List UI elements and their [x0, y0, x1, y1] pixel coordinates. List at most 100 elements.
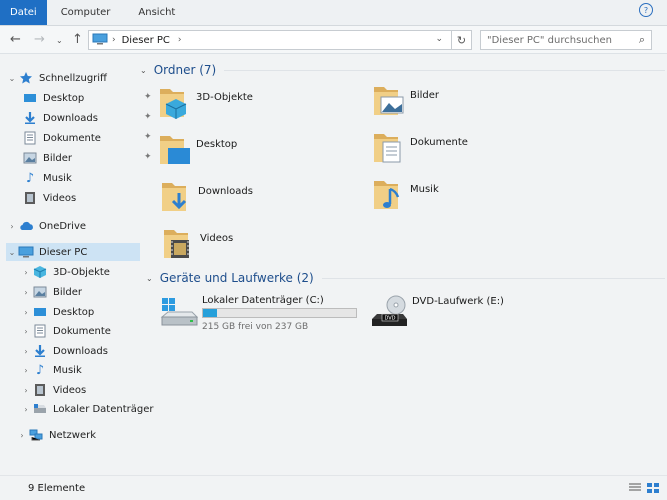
navigation-pane: ⌄ Schnellzugriff Desktop ✦ Downloads ✦ D… [0, 55, 154, 475]
expand-chevron-icon[interactable]: ⌄ [6, 74, 18, 83]
desktop-icon [160, 136, 190, 164]
tiles-view-icon[interactable] [647, 483, 659, 493]
breadcrumb-chevron-icon[interactable]: › [112, 35, 116, 45]
music-icon: ♪ [25, 170, 35, 186]
tab-computer[interactable]: Computer [47, 0, 125, 25]
expand-chevron-icon[interactable]: › [16, 431, 28, 440]
address-bar[interactable]: › Dieser PC › ⌄ ↻ [88, 30, 472, 50]
folder-dokumente[interactable]: Dokumente [372, 130, 572, 172]
folder-label: Dokumente [410, 137, 468, 148]
sidebar-item-label: Downloads [53, 345, 108, 357]
sidebar-item-label: Videos [43, 192, 77, 204]
downloads-icon [32, 344, 48, 358]
music-icon [374, 181, 400, 209]
folder-downloads[interactable]: Downloads [160, 179, 360, 221]
sidebar-item-label: Musik [53, 364, 82, 376]
help-icon[interactable]: ? [639, 3, 653, 17]
sidebar-item-3d-objekte[interactable]: › 3D-Objekte [20, 263, 110, 281]
drive-icon [32, 402, 48, 416]
desktop-icon [22, 91, 38, 105]
folder-bilder[interactable]: Bilder [372, 83, 572, 125]
folder-musik[interactable]: Musik [372, 177, 572, 219]
sidebar-item-pc-bilder[interactable]: › Bilder [20, 283, 82, 301]
sidebar-item-pc-downloads[interactable]: › Downloads [20, 342, 108, 360]
sidebar-item-bilder[interactable]: Bilder ✦ [22, 149, 152, 167]
sidebar-item-label: Dokumente [53, 325, 111, 337]
sidebar-item-label: Desktop [43, 92, 85, 104]
sidebar-item-lokaler-datentraeger[interactable]: › Lokaler Datenträger [20, 400, 153, 418]
sidebar-item-label: Downloads [43, 112, 98, 124]
sidebar-item-pc-videos[interactable]: › Videos [20, 381, 86, 399]
sidebar-item-dokumente[interactable]: Dokumente ✦ [22, 129, 152, 147]
folder-3d-objekte[interactable]: 3D-Objekte [158, 85, 358, 127]
ribbon-tabs: Datei Computer Ansicht ? [0, 0, 667, 26]
drive-c[interactable]: Lokaler Datenträger (C:) 215 GB frei von… [160, 295, 380, 335]
expand-chevron-icon[interactable]: › [20, 366, 32, 375]
drive-name: DVD-Laufwerk (E:) [412, 296, 504, 307]
expand-chevron-icon[interactable]: › [20, 288, 32, 297]
downloads-icon [162, 183, 187, 211]
breadcrumb-chevron-icon[interactable]: › [178, 35, 182, 45]
sidebar-item-netzwerk[interactable]: › Netzwerk [16, 426, 96, 444]
expand-chevron-icon[interactable]: › [20, 268, 32, 277]
sidebar-item-pc-desktop[interactable]: › Desktop [20, 303, 94, 321]
sidebar-item-pc-dokumente[interactable]: › Dokumente [20, 322, 111, 340]
section-title: Ordner (7) [153, 63, 217, 77]
drive-usage-bar [202, 308, 357, 318]
section-header-ordner[interactable]: ⌄ Ordner (7) [140, 63, 665, 77]
expand-chevron-icon[interactable]: › [20, 405, 32, 414]
sidebar-item-schnellzugriff[interactable]: ⌄ Schnellzugriff [6, 69, 107, 87]
expand-chevron-icon[interactable]: › [20, 347, 32, 356]
drive-e[interactable]: DVD DVD-Laufwerk (E:) [370, 295, 570, 335]
videos-icon [32, 383, 48, 397]
forward-arrow-icon[interactable]: → [34, 32, 45, 47]
expand-chevron-icon[interactable]: › [20, 386, 32, 395]
sidebar-item-desktop[interactable]: Desktop ✦ [22, 89, 152, 107]
network-icon [28, 428, 44, 442]
drive-usage-fill [203, 309, 218, 317]
sidebar-item-label: Dieser PC [39, 246, 88, 258]
expand-chevron-icon[interactable]: ⌄ [6, 248, 18, 257]
section-header-geraete[interactable]: ⌄ Geräte und Laufwerke (2) [146, 271, 665, 285]
pictures-icon [32, 285, 48, 299]
address-dropdown-icon[interactable]: ⌄ [435, 34, 443, 44]
collapse-chevron-icon[interactable]: ⌄ [140, 66, 147, 75]
documents-icon [32, 324, 48, 338]
folder-label: Desktop [196, 139, 238, 150]
folder-desktop[interactable]: Desktop [158, 132, 358, 174]
sidebar-item-downloads[interactable]: Downloads ✦ [22, 109, 152, 127]
sidebar-item-label: Videos [53, 384, 87, 396]
tab-datei[interactable]: Datei [0, 0, 47, 25]
refresh-icon[interactable]: ↻ [451, 30, 471, 50]
expand-chevron-icon[interactable]: › [20, 308, 32, 317]
collapse-chevron-icon[interactable]: ⌄ [146, 274, 153, 283]
folder-label: Musik [410, 184, 439, 195]
item-count: 9 Elemente [28, 482, 86, 494]
expand-chevron-icon[interactable]: › [6, 222, 18, 231]
section-divider [224, 69, 665, 71]
sidebar-item-videos[interactable]: Videos [22, 189, 76, 207]
computer-icon [92, 33, 108, 48]
recent-dropdown-icon[interactable]: ⌄ [56, 36, 63, 45]
details-view-icon[interactable] [629, 483, 641, 493]
sidebar-item-onedrive[interactable]: › OneDrive [6, 217, 86, 235]
drive-free-space: 215 GB frei von 237 GB [202, 322, 309, 332]
breadcrumb-dieser-pc[interactable]: Dieser PC [122, 35, 170, 46]
sidebar-item-musik[interactable]: ♪ Musik [22, 169, 72, 187]
pictures-icon [22, 151, 38, 165]
svg-text:DVD: DVD [384, 316, 395, 322]
search-input[interactable]: "Dieser PC" durchsuchen ⌕ [480, 30, 652, 50]
expand-chevron-icon[interactable]: › [20, 327, 32, 336]
documents-icon [374, 134, 401, 163]
up-arrow-icon[interactable]: ↑ [72, 32, 83, 47]
search-placeholder: "Dieser PC" durchsuchen [487, 34, 612, 46]
star-icon [18, 71, 34, 85]
sidebar-item-pc-musik[interactable]: › ♪ Musik [20, 361, 82, 379]
tab-ansicht[interactable]: Ansicht [124, 0, 189, 25]
back-arrow-icon[interactable]: ← [10, 32, 21, 47]
folder-videos[interactable]: Videos [162, 226, 362, 268]
3d-objects-icon [160, 89, 187, 119]
desktop-icon [32, 305, 48, 319]
sidebar-item-dieser-pc[interactable]: ⌄ Dieser PC [6, 243, 140, 261]
sidebar-item-label: OneDrive [39, 220, 87, 232]
